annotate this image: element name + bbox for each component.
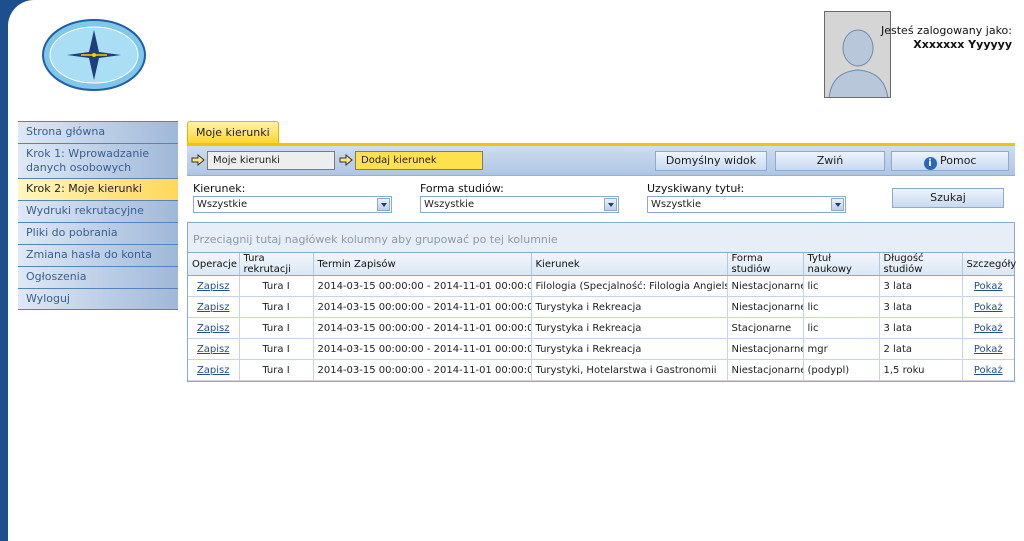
help-button[interactable]: i Pomoc (891, 151, 1009, 171)
termin-cell: 2014-03-15 00:00:00 - 2014-11-01 00:00:0… (313, 338, 532, 360)
forma-cell: Niestacjonarne (727, 296, 804, 318)
group-by-hint: Przeciągnij tutaj nagłówek kolumny aby g… (188, 223, 1014, 253)
details-link[interactable]: Pokaż (974, 302, 1003, 313)
sidebar-nav: Strona główna Krok 1: Wprowadzanie danyc… (18, 121, 178, 310)
enroll-link[interactable]: Zapisz (197, 323, 230, 334)
enroll-link[interactable]: Zapisz (197, 281, 230, 292)
collapse-button[interactable]: Zwiń (775, 151, 885, 171)
column-header[interactable]: Długość studiów (879, 253, 963, 276)
kierunek-value: Wszystkie (197, 199, 248, 210)
table-row: Zapisz Tura I 2014-03-15 00:00:00 - 2014… (188, 359, 1014, 381)
dlugosc-cell: 3 lata (879, 275, 963, 297)
tura-cell: Tura I (239, 338, 314, 360)
chevron-down-icon[interactable] (831, 198, 844, 211)
column-header[interactable]: Tytuł naukowy (803, 253, 880, 276)
sidebar-item-announcements[interactable]: Ogłoszenia (18, 266, 178, 288)
filters-panel: Kierunek: Wszystkie Forma studiów: Wszys… (187, 176, 1015, 220)
termin-cell: 2014-03-15 00:00:00 - 2014-11-01 00:00:0… (313, 275, 532, 297)
kierunek-cell: Turystyka i Rekreacja (531, 317, 728, 339)
help-label: Pomoc (940, 154, 977, 167)
sidebar-item-printouts[interactable]: Wydruki rekrutacyjne (18, 200, 178, 222)
chevron-down-icon[interactable] (604, 198, 617, 211)
user-name: Xxxxxxx Yyyyyy (913, 38, 1012, 51)
dlugosc-cell: 3 lata (879, 296, 963, 318)
main-content: Moje kierunki Moje kierunki Dodaj kierun… (187, 121, 1016, 382)
logged-in-label: Jesteś zalogowany jako: (881, 24, 1012, 37)
table-row: Zapisz Tura I 2014-03-15 00:00:00 - 2014… (188, 275, 1014, 297)
forma-cell: Niestacjonarne (727, 338, 804, 360)
tytul-cell: (podypl) (803, 359, 880, 381)
kierunek-label: Kierunek: (193, 182, 246, 195)
step-my-courses[interactable]: Moje kierunki (207, 151, 335, 170)
dlugosc-cell: 1,5 roku (879, 359, 963, 381)
termin-cell: 2014-03-15 00:00:00 - 2014-11-01 00:00:0… (313, 359, 532, 381)
tura-cell: Tura I (239, 359, 314, 381)
tytul-cell: lic (803, 275, 880, 297)
table-row: Zapisz Tura I 2014-03-15 00:00:00 - 2014… (188, 296, 1014, 318)
sidebar-item-home[interactable]: Strona główna (18, 121, 178, 143)
sidebar-item-my-courses[interactable]: Krok 2: Moje kierunki (18, 178, 178, 200)
sidebar-item-change-password[interactable]: Zmiana hasła do konta (18, 244, 178, 266)
forma-cell: Niestacjonarne (727, 359, 804, 381)
search-button[interactable]: Szukaj (892, 188, 1004, 208)
kierunek-cell: Turystyki, Hotelarstwa i Gastronomii (531, 359, 728, 381)
courses-table: Operacje Tura rekrutacji Termin Zapisów … (188, 253, 1016, 381)
details-link[interactable]: Pokaż (974, 323, 1003, 334)
enroll-link[interactable]: Zapisz (197, 302, 230, 313)
enroll-link[interactable]: Zapisz (197, 344, 230, 355)
kierunek-cell: Filologia (Specjalność: Filologia Angiel… (531, 275, 728, 297)
tytul-cell: mgr (803, 338, 880, 360)
forma-label: Forma studiów: (420, 182, 504, 195)
table-row: Zapisz Tura I 2014-03-15 00:00:00 - 2014… (188, 317, 1014, 339)
kierunek-cell: Turystyka i Rekreacja (531, 296, 728, 318)
column-header[interactable]: Forma studiów (727, 253, 804, 276)
termin-cell: 2014-03-15 00:00:00 - 2014-11-01 00:00:0… (313, 317, 532, 339)
tura-cell: Tura I (239, 317, 314, 339)
step-add-course[interactable]: Dodaj kierunek (355, 151, 483, 170)
details-link[interactable]: Pokaż (974, 344, 1003, 355)
column-header[interactable]: Kierunek (531, 253, 728, 276)
tura-cell: Tura I (239, 275, 314, 297)
toolbar: Moje kierunki Dodaj kierunek Domyślny wi… (187, 146, 1015, 176)
forma-cell: Stacjonarne (727, 317, 804, 339)
arrow-right-icon (191, 154, 205, 166)
table-header-row: Operacje Tura rekrutacji Termin Zapisów … (188, 253, 1016, 276)
tytul-select[interactable]: Wszystkie (647, 196, 846, 213)
details-link[interactable]: Pokaż (974, 281, 1003, 292)
chevron-down-icon[interactable] (377, 198, 390, 211)
page: Jesteś zalogowany jako: Xxxxxxx Yyyyyy S… (8, 0, 1024, 541)
column-header[interactable]: Szczegóły (962, 253, 1016, 276)
tab-my-courses[interactable]: Moje kierunki (187, 121, 279, 143)
sidebar-item-personal-data[interactable]: Krok 1: Wprowadzanie danych osobowych (18, 143, 178, 178)
column-header[interactable]: Tura rekrutacji (239, 253, 314, 276)
kierunek-select[interactable]: Wszystkie (193, 196, 392, 213)
forma-value: Wszystkie (424, 199, 475, 210)
courses-grid: Przeciągnij tutaj nagłówek kolumny aby g… (187, 222, 1016, 382)
dlugosc-cell: 3 lata (879, 317, 963, 339)
user-info: Jesteś zalogowany jako: Xxxxxxx Yyyyyy (881, 24, 1012, 52)
tytul-cell: lic (803, 317, 880, 339)
default-view-button[interactable]: Domyślny widok (655, 151, 767, 171)
sidebar-item-logout[interactable]: Wyloguj (18, 288, 178, 310)
arrow-right-icon (339, 154, 353, 166)
sidebar-item-downloads[interactable]: Pliki do pobrania (18, 222, 178, 244)
forma-select[interactable]: Wszystkie (420, 196, 619, 213)
tytul-cell: lic (803, 296, 880, 318)
tytul-value: Wszystkie (651, 199, 702, 210)
info-icon: i (923, 157, 937, 170)
school-logo (42, 19, 146, 91)
details-link[interactable]: Pokaż (974, 365, 1003, 376)
enroll-link[interactable]: Zapisz (197, 365, 230, 376)
column-header[interactable]: Termin Zapisów (313, 253, 532, 276)
forma-cell: Niestacjonarne (727, 275, 804, 297)
dlugosc-cell: 2 lata (879, 338, 963, 360)
table-row: Zapisz Tura I 2014-03-15 00:00:00 - 2014… (188, 338, 1014, 360)
kierunek-cell: Turystyka i Rekreacja (531, 338, 728, 360)
tytul-label: Uzyskiwany tytuł: (647, 182, 745, 195)
tura-cell: Tura I (239, 296, 314, 318)
column-header[interactable]: Operacje (188, 253, 240, 276)
termin-cell: 2014-03-15 00:00:00 - 2014-11-01 00:00:0… (313, 296, 532, 318)
